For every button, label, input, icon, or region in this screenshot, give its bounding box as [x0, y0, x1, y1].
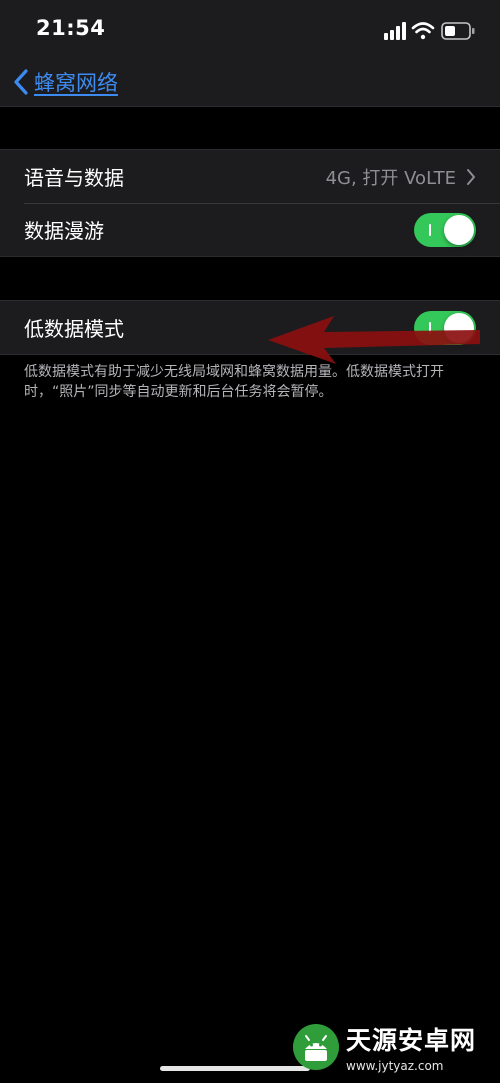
- row-low-data-mode-label: 低数据模式: [24, 317, 124, 341]
- row-data-roaming: 数据漫游: [0, 203, 500, 256]
- chevron-right-icon: [467, 168, 475, 185]
- watermark-title: 天源安卓网: [346, 1026, 477, 1055]
- row-voice-data-detail: 4G, 打开 VoLTE: [326, 164, 476, 190]
- low-data-mode-footer: 低数据模式有助于减少无线局域网和蜂窝数据用量。低数据模式打开时，“照片”同步等自…: [24, 364, 444, 400]
- chevron-left-icon: [14, 69, 28, 95]
- watermark-text: 天源安卓网 www.jytyaz.com: [346, 1021, 476, 1073]
- battery-icon: [441, 22, 475, 40]
- back-label: 蜂窝网络: [34, 71, 118, 95]
- nav-bar: 蜂窝网络: [0, 58, 500, 107]
- watermark: 天源安卓网 www.jytyaz.com: [292, 1012, 492, 1082]
- toggle-on-mark: [429, 223, 431, 236]
- toggle-knob: [444, 214, 474, 245]
- status-icons: [384, 20, 476, 42]
- row-voice-data-label: 语音与数据: [24, 166, 124, 190]
- arrow-left-icon: [268, 316, 480, 364]
- wifi-icon: [411, 22, 435, 40]
- row-voice-data[interactable]: 语音与数据 4G, 打开 VoLTE: [0, 150, 500, 203]
- signal-icon: [384, 22, 406, 40]
- watermark-url: www.jytyaz.com: [346, 1059, 444, 1073]
- settings-group-voice-roaming: 语音与数据 4G, 打开 VoLTE 数据漫游: [0, 149, 500, 257]
- voice-data-value: 4G, 打开 VoLTE: [325, 167, 456, 189]
- back-button[interactable]: 蜂窝网络: [12, 64, 118, 100]
- android-logo-icon: [293, 1024, 339, 1070]
- data-roaming-toggle[interactable]: [414, 212, 476, 247]
- status-time: 21:54: [36, 16, 106, 40]
- status-bar: 21:54: [0, 0, 500, 58]
- home-indicator: [160, 1066, 310, 1071]
- row-data-roaming-label: 数据漫游: [24, 219, 104, 243]
